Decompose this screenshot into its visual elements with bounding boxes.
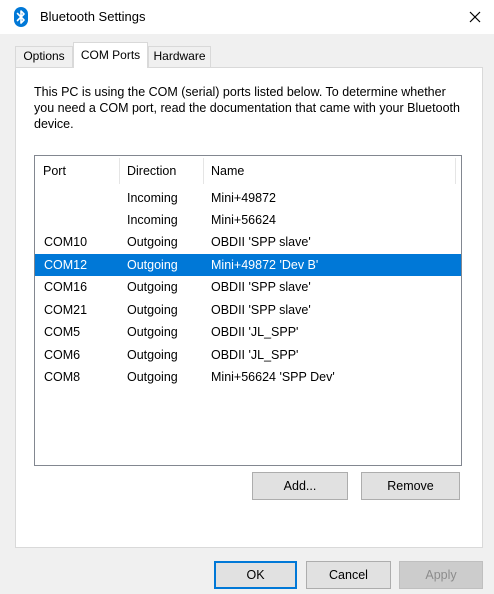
bluetooth-icon xyxy=(14,7,28,27)
add-button[interactable]: Add... xyxy=(252,472,348,500)
description-text: This PC is using the COM (serial) ports … xyxy=(34,85,460,131)
direction-cell: Outgoing xyxy=(127,235,178,249)
table-row-selected[interactable]: COM12 Outgoing Mini+49872 'Dev B' xyxy=(35,254,461,276)
cancel-button[interactable]: Cancel xyxy=(306,561,391,589)
table-row[interactable]: Incoming Mini+49872 xyxy=(35,187,461,209)
direction-cell: Outgoing xyxy=(127,325,178,339)
name-cell: OBDII 'SPP slave' xyxy=(211,235,311,249)
table-row[interactable]: COM21 Outgoing OBDII 'SPP slave' xyxy=(35,299,461,321)
name-cell: OBDII 'SPP slave' xyxy=(211,280,311,294)
remove-button[interactable]: Remove xyxy=(361,472,460,500)
name-cell: Mini+56624 'SPP Dev' xyxy=(211,370,335,384)
table-row[interactable]: COM10 Outgoing OBDII 'SPP slave' xyxy=(35,231,461,253)
direction-cell: Outgoing xyxy=(127,280,178,294)
direction-cell: Incoming xyxy=(127,213,178,227)
title-bar: Bluetooth Settings xyxy=(0,0,494,34)
port-cell: COM5 xyxy=(44,325,81,339)
direction-cell: Incoming xyxy=(127,191,178,205)
table-row[interactable]: COM8 Outgoing Mini+56624 'SPP Dev' xyxy=(35,366,461,388)
table-row[interactable]: COM5 Outgoing OBDII 'JL_SPP' xyxy=(35,321,461,343)
column-header-port[interactable]: Port xyxy=(35,156,119,186)
column-separator[interactable] xyxy=(455,158,456,184)
tab-options[interactable]: Options xyxy=(15,46,73,67)
ok-button[interactable]: OK xyxy=(214,561,297,589)
table-row[interactable]: Incoming Mini+56624 xyxy=(35,209,461,231)
column-header-direction[interactable]: Direction xyxy=(119,156,203,186)
name-cell: Mini+56624 xyxy=(211,213,276,227)
name-cell: Mini+49872 xyxy=(211,191,276,205)
name-cell: OBDII 'JL_SPP' xyxy=(211,348,299,362)
direction-cell: Outgoing xyxy=(127,258,178,272)
tab-hardware[interactable]: Hardware xyxy=(148,46,211,67)
apply-button[interactable]: Apply xyxy=(399,561,483,589)
name-cell: OBDII 'JL_SPP' xyxy=(211,325,299,339)
list-header: Port Direction Name xyxy=(35,156,461,186)
port-cell: COM12 xyxy=(44,258,88,272)
port-cell: COM10 xyxy=(44,235,88,249)
direction-cell: Outgoing xyxy=(127,348,178,362)
com-ports-list[interactable]: Port Direction Name Incoming Mini+49872 … xyxy=(34,155,462,466)
name-cell: OBDII 'SPP slave' xyxy=(211,303,311,317)
close-button[interactable] xyxy=(460,2,490,32)
window-title: Bluetooth Settings xyxy=(40,9,146,24)
table-row[interactable]: COM16 Outgoing OBDII 'SPP slave' xyxy=(35,276,461,298)
direction-cell: Outgoing xyxy=(127,370,178,384)
name-cell: Mini+49872 'Dev B' xyxy=(211,258,319,272)
port-cell: COM16 xyxy=(44,280,88,294)
table-row[interactable]: COM6 Outgoing OBDII 'JL_SPP' xyxy=(35,344,461,366)
close-icon xyxy=(469,11,481,23)
port-cell: COM21 xyxy=(44,303,88,317)
column-header-name[interactable]: Name xyxy=(203,156,455,186)
tab-com-ports[interactable]: COM Ports xyxy=(73,42,148,68)
port-cell: COM6 xyxy=(44,348,81,362)
direction-cell: Outgoing xyxy=(127,303,178,317)
port-cell: COM8 xyxy=(44,370,81,384)
